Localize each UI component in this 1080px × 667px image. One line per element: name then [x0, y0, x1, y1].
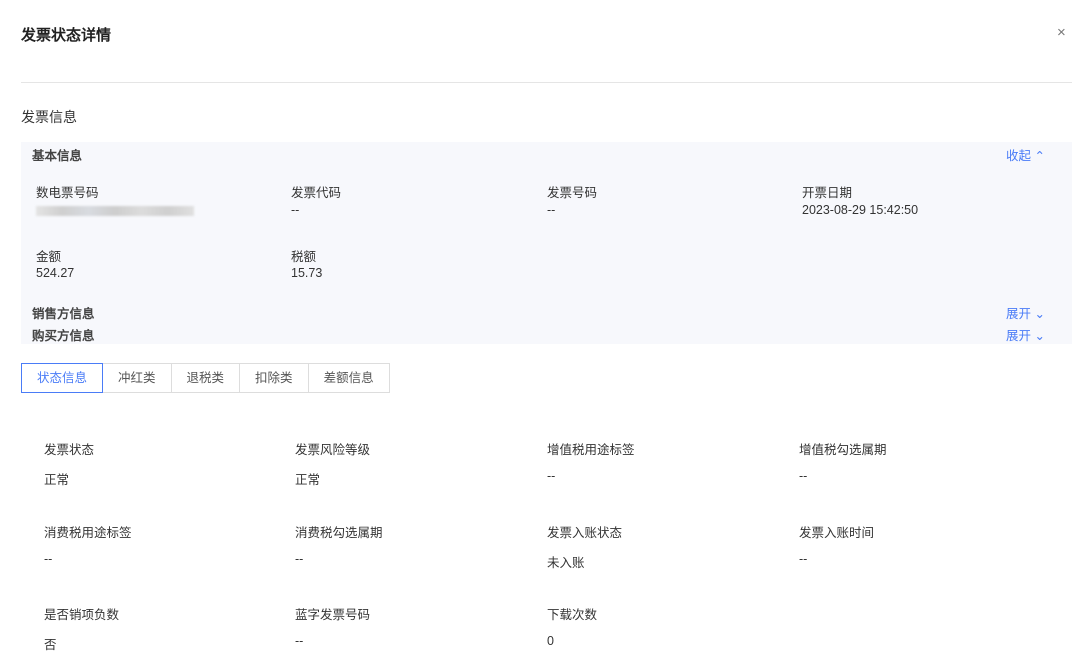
dialog-title: 发票状态详情 — [21, 27, 112, 44]
buyer-info-title: 购买方信息 — [32, 329, 95, 343]
field-label: 开票日期 — [802, 186, 853, 200]
status-value: 未入账 — [547, 556, 585, 570]
field-label: 发票代码 — [291, 186, 342, 200]
status-label: 发票风险等级 — [295, 443, 371, 457]
status-label: 增值税用途标签 — [547, 443, 635, 457]
basic-info-title: 基本信息 — [32, 149, 83, 163]
expand-seller-button[interactable]: 展开 ⌄ — [1006, 303, 1045, 322]
tab-tax-refund[interactable]: 退税类 — [170, 363, 241, 393]
status-label: 下载次数 — [547, 608, 598, 622]
field-label: 数电票号码 — [36, 186, 99, 200]
field-label: 税额 — [291, 250, 317, 264]
field-value: 2023-08-29 15:42:50 — [802, 203, 919, 217]
collapse-basic-button[interactable]: 收起 ⌃ — [1006, 145, 1045, 164]
status-label: 增值税勾选属期 — [799, 443, 887, 457]
close-icon[interactable]: × — [1057, 24, 1066, 41]
tab-bar: 状态信息 冲红类 退税类 扣除类 差额信息 — [21, 363, 390, 393]
status-value: 0 — [547, 634, 554, 648]
status-value: -- — [295, 552, 304, 566]
divider — [21, 82, 1072, 83]
field-label: 发票号码 — [547, 186, 598, 200]
status-value: -- — [799, 552, 808, 566]
seller-info-title: 销售方信息 — [32, 307, 95, 321]
tab-red-reversal[interactable]: 冲红类 — [102, 363, 172, 393]
invoice-info-panel — [21, 142, 1072, 344]
field-value: -- — [547, 203, 556, 217]
status-value: -- — [547, 469, 556, 483]
field-value: 15.73 — [291, 266, 323, 280]
status-value: -- — [799, 469, 808, 483]
status-label: 消费税用途标签 — [44, 526, 132, 540]
status-label: 是否销项负数 — [44, 608, 120, 622]
expand-buyer-button[interactable]: 展开 ⌄ — [1006, 325, 1045, 344]
status-value: 正常 — [44, 473, 70, 487]
status-label: 消费税勾选属期 — [295, 526, 383, 540]
status-value: 否 — [44, 638, 57, 652]
field-label: 金额 — [36, 250, 62, 264]
status-value: 正常 — [295, 473, 321, 487]
status-value: -- — [44, 552, 53, 566]
section-title: 发票信息 — [21, 109, 77, 125]
status-label: 发票入账状态 — [547, 526, 623, 540]
redacted-value — [36, 206, 194, 216]
status-label: 发票入账时间 — [799, 526, 875, 540]
tab-deduction[interactable]: 扣除类 — [239, 363, 309, 393]
status-value: -- — [295, 634, 304, 648]
status-label: 蓝字发票号码 — [295, 608, 371, 622]
field-value: 524.27 — [36, 266, 75, 280]
tab-status[interactable]: 状态信息 — [21, 363, 104, 393]
field-value: -- — [291, 203, 300, 217]
status-label: 发票状态 — [44, 443, 95, 457]
tab-difference[interactable]: 差额信息 — [307, 363, 390, 393]
